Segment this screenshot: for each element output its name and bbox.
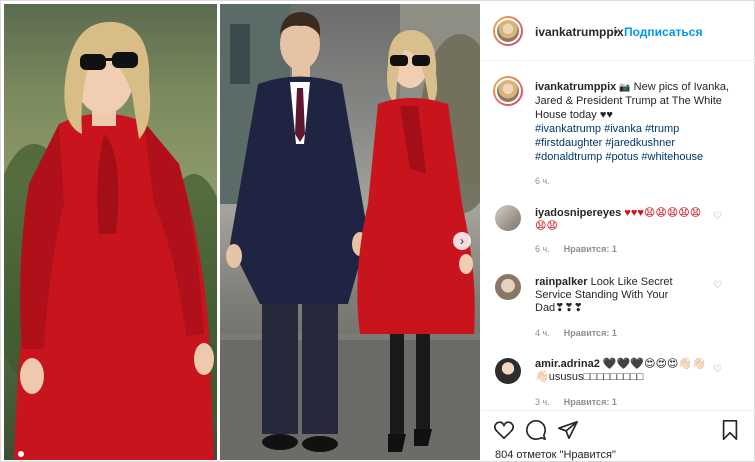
comment-icon[interactable] [525,419,547,441]
commenter-avatar[interactable] [495,358,521,384]
header-separator: • [614,25,619,39]
post-header: ivankatrumppix • Подписаться [481,1,755,61]
author-username[interactable]: ivankatrumppix [535,25,624,39]
caption-time: 6 ч. [535,176,550,186]
comment-meta: 3 ч. Нравится: 1 [535,397,617,407]
comment-like-heart-icon[interactable]: ♡ [713,280,722,291]
comment-username[interactable]: iyadosnipereyes [535,207,621,219]
carousel-indicator-dot [18,451,24,457]
comment-meta: 6 ч. Нравится: 1 [535,244,617,254]
comment-item: iyadosnipereyes ♥♥♥😧😧😧😧😧😧😧 [535,207,710,233]
chevron-right-icon: › [460,234,464,248]
commenter-avatar[interactable] [495,274,521,300]
caption-emoji-box: 📷 [619,82,631,92]
bookmark-icon[interactable] [719,419,741,441]
caption-username[interactable]: ivankatrumppix [535,81,616,93]
commenter-avatar[interactable] [495,205,521,231]
post-actions: 804 отметок "Нравится" [481,410,755,462]
post-media[interactable]: › [4,4,480,460]
comments-section[interactable]: ivankatrumppix 📷 New pics of Ivanka, Jar… [481,62,755,410]
comment-item: rainpalker Look Like Secret Service Stan… [535,276,710,315]
comment-like-heart-icon[interactable]: ♡ [713,211,722,222]
carousel-next-button[interactable]: › [453,232,471,250]
likes-count[interactable]: 804 отметок "Нравится" [495,449,616,461]
comment-username[interactable]: rainpalker [535,276,588,288]
comment-like-heart-icon[interactable]: ♡ [713,364,722,375]
caption-hashtags[interactable]: #ivankatrump #ivanka #trump #firstdaught… [535,123,703,163]
post-caption: ivankatrumppix 📷 New pics of Ivanka, Jar… [535,80,740,164]
follow-button[interactable]: Подписаться [624,25,702,39]
share-icon[interactable] [557,419,579,441]
author-avatar[interactable] [493,16,523,46]
caption-avatar[interactable] [493,76,523,106]
comment-meta: 4 ч. Нравится: 1 [535,328,617,338]
comment-username[interactable]: amir.adrina2 [535,358,600,370]
heart-icon[interactable] [493,419,515,441]
photo-couple-walking [220,4,480,460]
photo-ivanka-closeup [4,4,217,460]
post-sidebar: ivankatrumppix • Подписаться ivankatrump… [481,1,755,462]
instagram-post: › ivankatrumppix • Подписаться ivankatru… [0,0,755,462]
comment-item: amir.adrina2 🖤🖤🖤😍😍😍👋🏻👋🏻 👋🏻ususus□□□□□□□□… [535,358,710,384]
